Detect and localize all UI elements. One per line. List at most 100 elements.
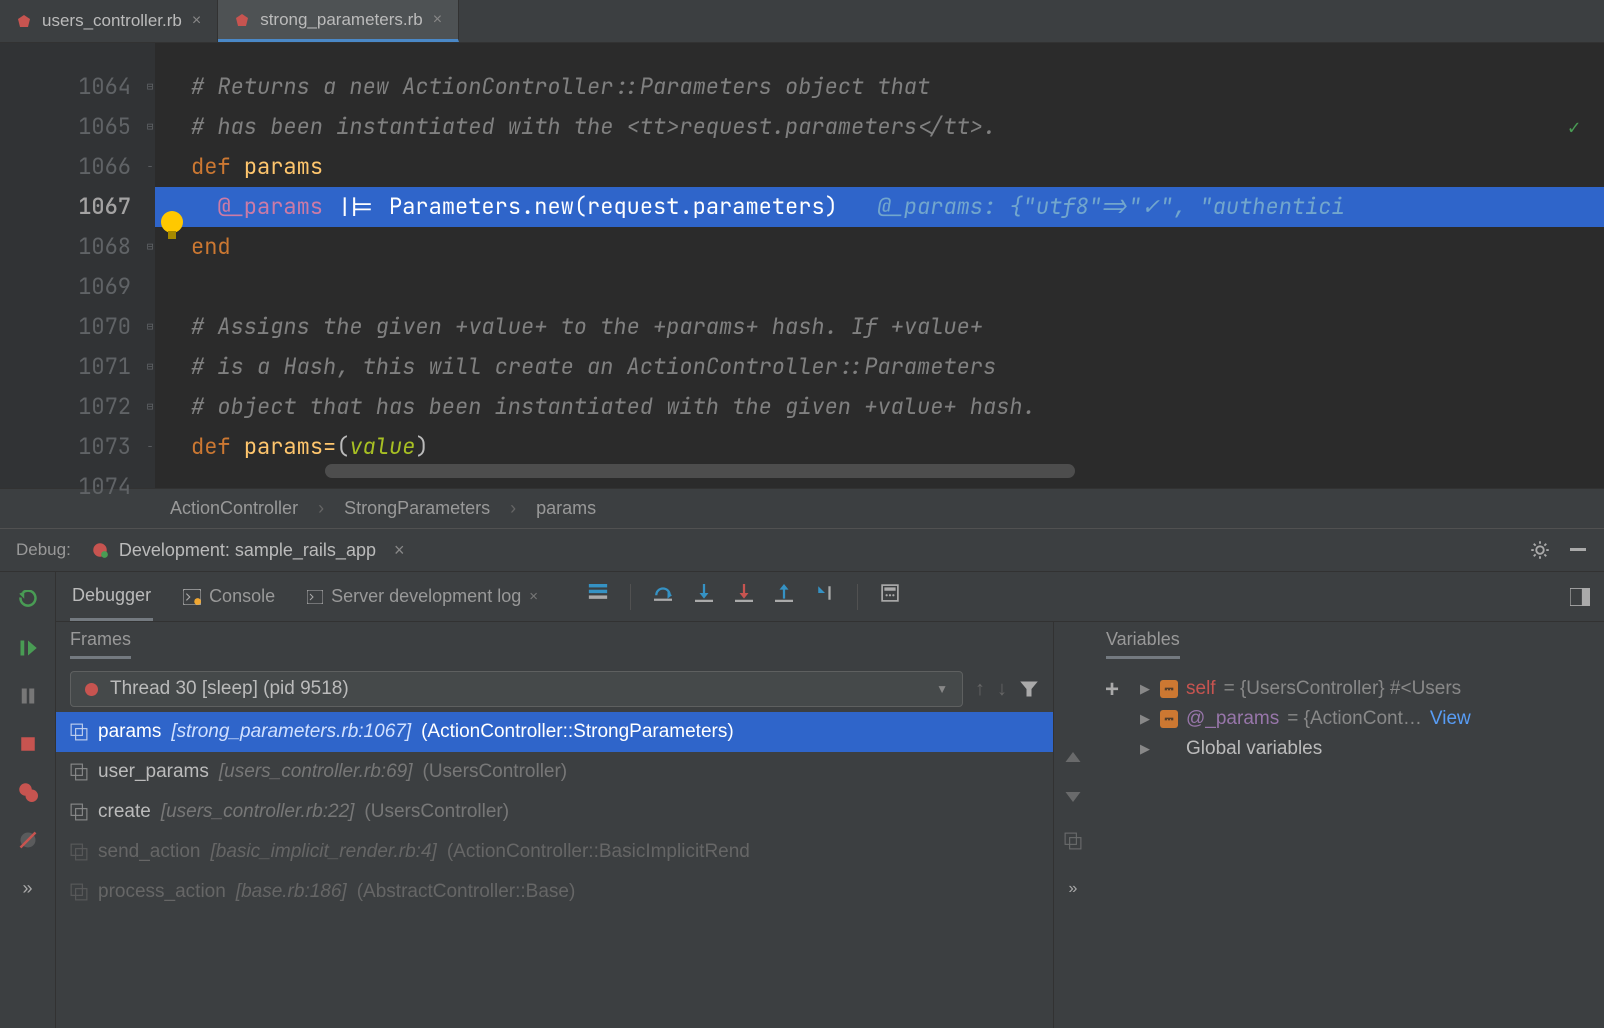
code-text: # is a Hash, this will create an ActionC… bbox=[191, 352, 996, 381]
var-row-params[interactable]: ▶ ⎓ @_params = {ActionCont… View bbox=[1132, 704, 1604, 734]
close-icon[interactable]: × bbox=[394, 540, 405, 561]
scroll-up-icon[interactable] bbox=[1065, 752, 1081, 762]
line-number: 1071 bbox=[0, 347, 131, 387]
force-step-into-icon[interactable] bbox=[735, 584, 753, 602]
console-icon bbox=[183, 589, 201, 605]
frame-location: [basic_implicit_render.rb:4] bbox=[210, 841, 436, 863]
breadcrumb-item[interactable]: params bbox=[536, 498, 596, 519]
tab-server-log[interactable]: Server development log × bbox=[305, 572, 540, 621]
stop-button[interactable] bbox=[16, 732, 40, 756]
frame-class: (UsersController) bbox=[423, 761, 568, 783]
var-row-globals[interactable]: ▶ Global variables bbox=[1132, 734, 1604, 764]
minimize-icon[interactable] bbox=[1568, 548, 1588, 552]
log-icon bbox=[307, 590, 323, 604]
close-icon[interactable]: × bbox=[433, 11, 442, 29]
expand-icon[interactable]: ▶ bbox=[1140, 711, 1152, 727]
frame-class: (UsersController) bbox=[364, 801, 509, 823]
close-icon[interactable]: × bbox=[529, 588, 538, 605]
frame-class: (AbstractController::Base) bbox=[357, 881, 576, 903]
copy-stack-icon[interactable] bbox=[1064, 832, 1082, 850]
frame-name: user_params bbox=[98, 761, 209, 783]
horizontal-scrollbar[interactable] bbox=[325, 464, 1075, 478]
view-breakpoints-button[interactable] bbox=[16, 780, 40, 804]
tab-strong-parameters[interactable]: strong_parameters.rb × bbox=[218, 0, 459, 42]
expand-icon[interactable]: ▶ bbox=[1140, 681, 1152, 697]
code-area[interactable]: ✓ # Returns a new ActionController::Para… bbox=[155, 43, 1604, 488]
frame-item[interactable]: user_params [users_controller.rb:69] (Us… bbox=[56, 752, 1053, 792]
gear-icon[interactable] bbox=[1530, 540, 1550, 560]
previous-frame-button[interactable]: ↑ bbox=[975, 678, 985, 701]
mute-breakpoints-button[interactable] bbox=[16, 828, 40, 852]
frame-list: params [strong_parameters.rb:1067] (Acti… bbox=[56, 712, 1053, 1028]
step-over-icon[interactable] bbox=[653, 584, 673, 602]
var-row-self[interactable]: ▶ ⎓ self = {UsersController} #<Users bbox=[1132, 674, 1604, 704]
code-text: # has been instantiated with the <tt>req… bbox=[191, 112, 996, 141]
debug-toolwindow-header: Debug: Development: sample_rails_app × bbox=[0, 528, 1604, 572]
resume-button[interactable] bbox=[16, 636, 40, 660]
thread-selector[interactable]: Thread 30 [sleep] (pid 9518) ▼ bbox=[70, 671, 963, 707]
frame-item[interactable]: create [users_controller.rb:22] (UsersCo… bbox=[56, 792, 1053, 832]
chevron-right-icon: › bbox=[510, 498, 516, 519]
inspection-ok-icon[interactable]: ✓ bbox=[1568, 107, 1580, 147]
breadcrumb: ActionController › StrongParameters › pa… bbox=[0, 488, 1604, 528]
breadcrumb-item[interactable]: ActionController bbox=[170, 498, 298, 519]
more-icon[interactable]: » bbox=[1069, 880, 1078, 898]
frame-name: create bbox=[98, 801, 151, 823]
frame-item[interactable]: params [strong_parameters.rb:1067] (Acti… bbox=[56, 712, 1053, 752]
line-number: 1069 bbox=[0, 267, 131, 307]
filter-icon[interactable] bbox=[1019, 679, 1039, 699]
scroll-down-icon[interactable] bbox=[1065, 792, 1081, 802]
evaluate-expression-icon[interactable] bbox=[880, 584, 900, 602]
debug-toolwindow: » Debugger Console Server development lo… bbox=[0, 572, 1604, 1028]
frames-panel: Frames Thread 30 [sleep] (pid 9518) ▼ ↑ … bbox=[56, 622, 1054, 1028]
frame-location: [base.rb:186] bbox=[236, 881, 347, 903]
code-text: def bbox=[191, 432, 231, 461]
close-icon[interactable]: × bbox=[192, 12, 201, 30]
code-editor[interactable]: 1064 1065 1066 1067 1068 1069 1070 1071 … bbox=[0, 43, 1604, 488]
var-value: = {UsersController} #<Users bbox=[1224, 678, 1462, 700]
add-watch-button[interactable]: + bbox=[1105, 676, 1119, 704]
step-out-icon[interactable] bbox=[775, 584, 793, 602]
frame-item[interactable]: send_action [basic_implicit_render.rb:4]… bbox=[56, 832, 1053, 872]
tab-users-controller[interactable]: users_controller.rb × bbox=[0, 0, 218, 42]
run-to-cursor-icon[interactable] bbox=[815, 584, 835, 602]
debug-sidebar: » bbox=[0, 572, 56, 1028]
frame-item[interactable]: process_action [base.rb:186] (AbstractCo… bbox=[56, 872, 1053, 912]
next-frame-button[interactable]: ↓ bbox=[997, 678, 1007, 701]
rerun-button[interactable] bbox=[16, 588, 40, 612]
frame-class: (ActionController::BasicImplicitRend bbox=[447, 841, 750, 863]
breadcrumb-item[interactable]: StrongParameters bbox=[344, 498, 490, 519]
line-number: 1073 bbox=[0, 427, 131, 467]
pause-button[interactable] bbox=[16, 684, 40, 708]
expand-icon[interactable]: ▶ bbox=[1140, 741, 1152, 757]
frame-name: process_action bbox=[98, 881, 226, 903]
ruby-file-icon bbox=[234, 12, 250, 28]
vars-title: Variables bbox=[1106, 629, 1180, 659]
var-name: self bbox=[1186, 678, 1216, 700]
stack-frame-icon bbox=[70, 883, 88, 901]
layout-icon[interactable] bbox=[1570, 588, 1590, 606]
more-icon[interactable]: » bbox=[16, 876, 40, 900]
code-text: # Assigns the given +value+ to the +para… bbox=[191, 312, 983, 341]
tab-label: strong_parameters.rb bbox=[260, 10, 423, 30]
var-name: Global variables bbox=[1186, 738, 1322, 760]
line-number: 1066 bbox=[0, 147, 131, 187]
line-number: 1072 bbox=[0, 387, 131, 427]
var-value: = {ActionCont… bbox=[1287, 708, 1422, 730]
view-link[interactable]: View bbox=[1430, 708, 1471, 730]
line-number: 1064 bbox=[0, 67, 131, 107]
debug-tabs: Debugger Console Server development log … bbox=[56, 572, 1604, 622]
tab-console[interactable]: Console bbox=[181, 572, 277, 621]
intention-bulb-icon[interactable] bbox=[161, 211, 183, 233]
step-into-icon[interactable] bbox=[695, 584, 713, 602]
bug-icon bbox=[91, 541, 109, 559]
show-execution-point-icon[interactable] bbox=[588, 584, 608, 600]
line-number: 1067 bbox=[0, 187, 131, 227]
code-text: .new(request.parameters) bbox=[521, 192, 838, 221]
code-text: # object that has been instantiated with… bbox=[191, 392, 1036, 421]
tab-debugger[interactable]: Debugger bbox=[70, 572, 153, 621]
variables-tree[interactable]: ▶ ⎓ self = {UsersController} #<Users ▶ ⎓… bbox=[1132, 666, 1604, 1028]
code-text: value bbox=[349, 432, 415, 461]
debug-session-tab[interactable]: Development: sample_rails_app × bbox=[81, 536, 415, 565]
current-line: @_params ||= Parameters.new(request.para… bbox=[155, 187, 1604, 227]
